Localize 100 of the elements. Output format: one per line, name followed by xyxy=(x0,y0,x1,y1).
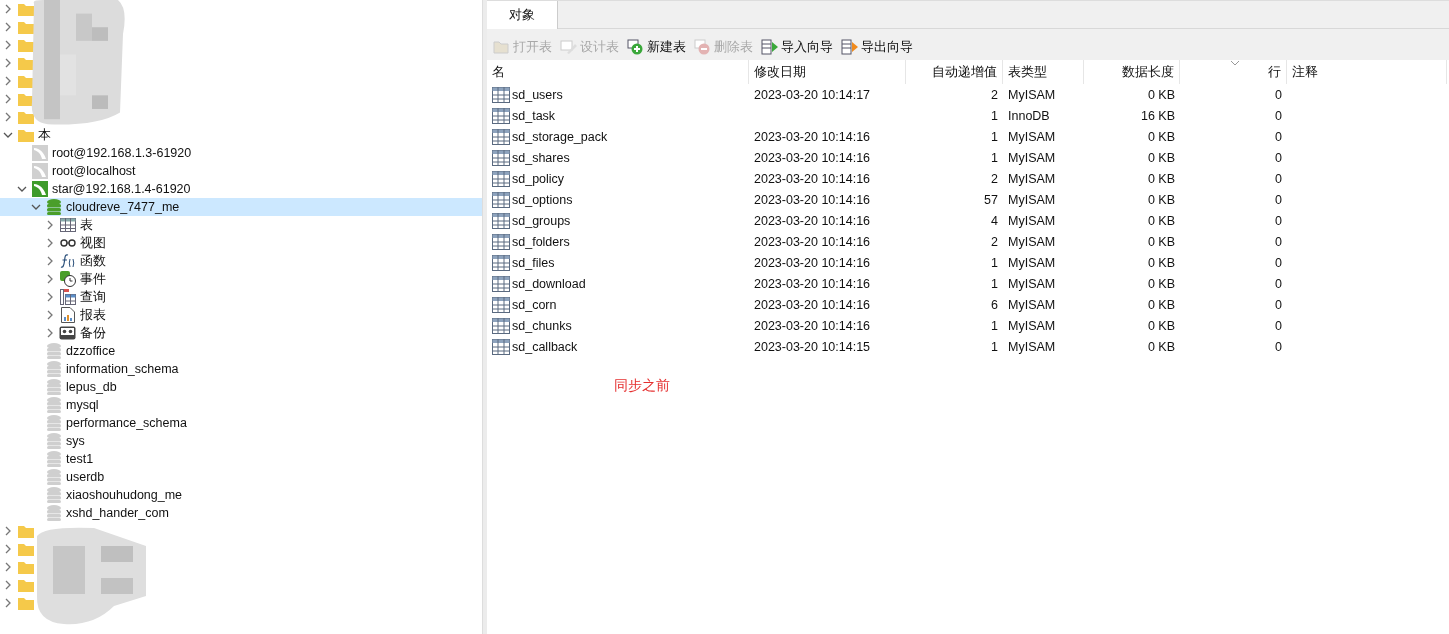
tree-item-label[interactable]: star@192.168.1.4-61920 xyxy=(52,182,191,196)
table-cell: 0 KB xyxy=(1147,339,1175,354)
tree-item-label[interactable]: dzzoffice xyxy=(66,344,116,358)
table-cell: 0 KB xyxy=(1147,276,1175,291)
column-header[interactable]: 注释 xyxy=(1287,60,1447,84)
table-cell: 0 KB xyxy=(1147,234,1175,249)
table-cell: 0 KB xyxy=(1147,213,1175,228)
table-name[interactable]: sd_folders xyxy=(512,234,570,249)
tree-item-label[interactable]: information_schema xyxy=(66,362,179,376)
column-header[interactable]: 名 xyxy=(487,60,749,84)
table-cell: 1 xyxy=(991,255,998,270)
table-cell: 2023-03-20 10:14:16 xyxy=(754,150,871,165)
table-name[interactable]: sd_download xyxy=(512,276,586,291)
objects-tab[interactable]: 对象 xyxy=(487,1,558,29)
table-cell: 0 KB xyxy=(1147,150,1175,165)
tree-item-label[interactable]: cloudreve_7477_me xyxy=(66,200,180,214)
table-cell: 2023-03-20 10:14:16 xyxy=(754,297,871,312)
table-name[interactable]: sd_users xyxy=(512,87,563,102)
table-cell: MyISAM xyxy=(1008,276,1056,291)
table-cell: 0 xyxy=(1275,213,1282,228)
tree-item-label[interactable]: lepus_db xyxy=(66,380,117,394)
tree-item-label[interactable]: xiaoshouhudong_me xyxy=(66,488,183,502)
table-cell: 4 xyxy=(991,213,998,228)
toolbar-button[interactable]: 导入向导 xyxy=(759,36,835,58)
table-cell: 16 KB xyxy=(1140,108,1175,123)
table-cell: 0 xyxy=(1275,129,1282,144)
table-name[interactable]: sd_files xyxy=(512,255,555,270)
column-header[interactable]: 自动递增值 xyxy=(906,60,1003,84)
table-cell: 6 xyxy=(991,297,998,312)
toolbar-button[interactable]: 导出向导 xyxy=(839,36,915,58)
table-cell: 1 xyxy=(991,108,998,123)
table-cell: MyISAM xyxy=(1008,192,1056,207)
table-name[interactable]: sd_storage_pack xyxy=(512,129,608,144)
table-cell: 2023-03-20 10:14:16 xyxy=(754,255,871,270)
table-cell: 0 xyxy=(1275,87,1282,102)
table-cell: MyISAM xyxy=(1008,297,1056,312)
table-cell: 0 xyxy=(1275,339,1282,354)
table-name[interactable]: sd_corn xyxy=(512,297,557,312)
table-name[interactable]: sd_task xyxy=(512,108,556,123)
tree-item-label[interactable]: 备份 xyxy=(80,324,106,342)
table-cell: 0 xyxy=(1275,171,1282,186)
table-name[interactable]: sd_shares xyxy=(512,150,570,165)
table-name[interactable]: sd_policy xyxy=(512,171,565,186)
column-header[interactable]: 数据长度 xyxy=(1084,60,1180,84)
table-cell: MyISAM xyxy=(1008,234,1056,249)
table-cell: 0 xyxy=(1275,192,1282,207)
table-cell: 1 xyxy=(991,150,998,165)
table-cell: 2 xyxy=(991,171,998,186)
table-cell: MyISAM xyxy=(1008,255,1056,270)
selected-row-highlight[interactable]: cloudreve_7477_me xyxy=(0,198,482,216)
table-cell: 1 xyxy=(991,318,998,333)
tree-item-label[interactable]: performance_schema xyxy=(66,416,187,430)
tree-item-label[interactable]: 函数 xyxy=(80,252,106,270)
tree-item-label[interactable]: root@localhost xyxy=(52,164,136,178)
table-cell: 0 KB xyxy=(1147,129,1175,144)
table-cell: 2023-03-20 10:14:17 xyxy=(754,87,871,102)
table-cell: 0 xyxy=(1275,276,1282,291)
tree-item-label[interactable]: 事件 xyxy=(80,270,106,288)
table-cell: 0 KB xyxy=(1147,297,1175,312)
table-cell: MyISAM xyxy=(1008,129,1056,144)
table-cell: 1 xyxy=(991,129,998,144)
table-cell: 2023-03-20 10:14:16 xyxy=(754,318,871,333)
tree-item-label[interactable]: 查询 xyxy=(80,288,106,306)
table-cell: MyISAM xyxy=(1008,318,1056,333)
tree-item-label[interactable]: sys xyxy=(66,434,85,448)
table-cell: 2023-03-20 10:14:15 xyxy=(754,339,871,354)
table-cell: MyISAM xyxy=(1008,150,1056,165)
tree-item-label[interactable]: 表 xyxy=(80,216,93,234)
table-cell: MyISAM xyxy=(1008,87,1056,102)
table-cell: 0 xyxy=(1275,108,1282,123)
table-cell: 2023-03-20 10:14:16 xyxy=(754,129,871,144)
table-name[interactable]: sd_options xyxy=(512,192,573,207)
table-cell: 1 xyxy=(991,276,998,291)
table-cell: 0 xyxy=(1275,318,1282,333)
table-cell: 2 xyxy=(991,87,998,102)
table-cell: 0 KB xyxy=(1147,171,1175,186)
tree-item-label[interactable]: test1 xyxy=(66,452,94,466)
tree-item-label[interactable]: mysql xyxy=(66,398,99,412)
table-cell: 0 KB xyxy=(1147,192,1175,207)
column-header[interactable]: 行 xyxy=(1180,60,1287,84)
table-name[interactable]: sd_groups xyxy=(512,213,571,228)
tree-item-label[interactable]: 报表 xyxy=(80,306,106,324)
table-cell: InnoDB xyxy=(1008,108,1050,123)
toolbar-button[interactable]: 新建表 xyxy=(625,36,688,58)
column-header[interactable]: 修改日期 xyxy=(749,60,906,84)
table-cell: 0 KB xyxy=(1147,87,1175,102)
tree-item-label[interactable]: xshd_hander_com xyxy=(66,506,169,520)
table-name[interactable]: sd_callback xyxy=(512,339,578,354)
tree-item-label[interactable]: root@192.168.1.3-61920 xyxy=(52,146,192,160)
table-cell: MyISAM xyxy=(1008,171,1056,186)
tree-item-label[interactable]: userdb xyxy=(66,470,105,484)
column-header[interactable]: 表类型 xyxy=(1003,60,1084,84)
table-cell: 0 KB xyxy=(1147,318,1175,333)
table-cell: 2 xyxy=(991,234,998,249)
tree-item-label[interactable]: 本 xyxy=(38,126,51,144)
table-cell: 0 xyxy=(1275,150,1282,165)
annotation-text: 同步之前 xyxy=(614,377,670,395)
tree-item-label[interactable]: 视图 xyxy=(80,234,106,252)
table-cell: 57 xyxy=(984,192,998,207)
table-name[interactable]: sd_chunks xyxy=(512,318,572,333)
